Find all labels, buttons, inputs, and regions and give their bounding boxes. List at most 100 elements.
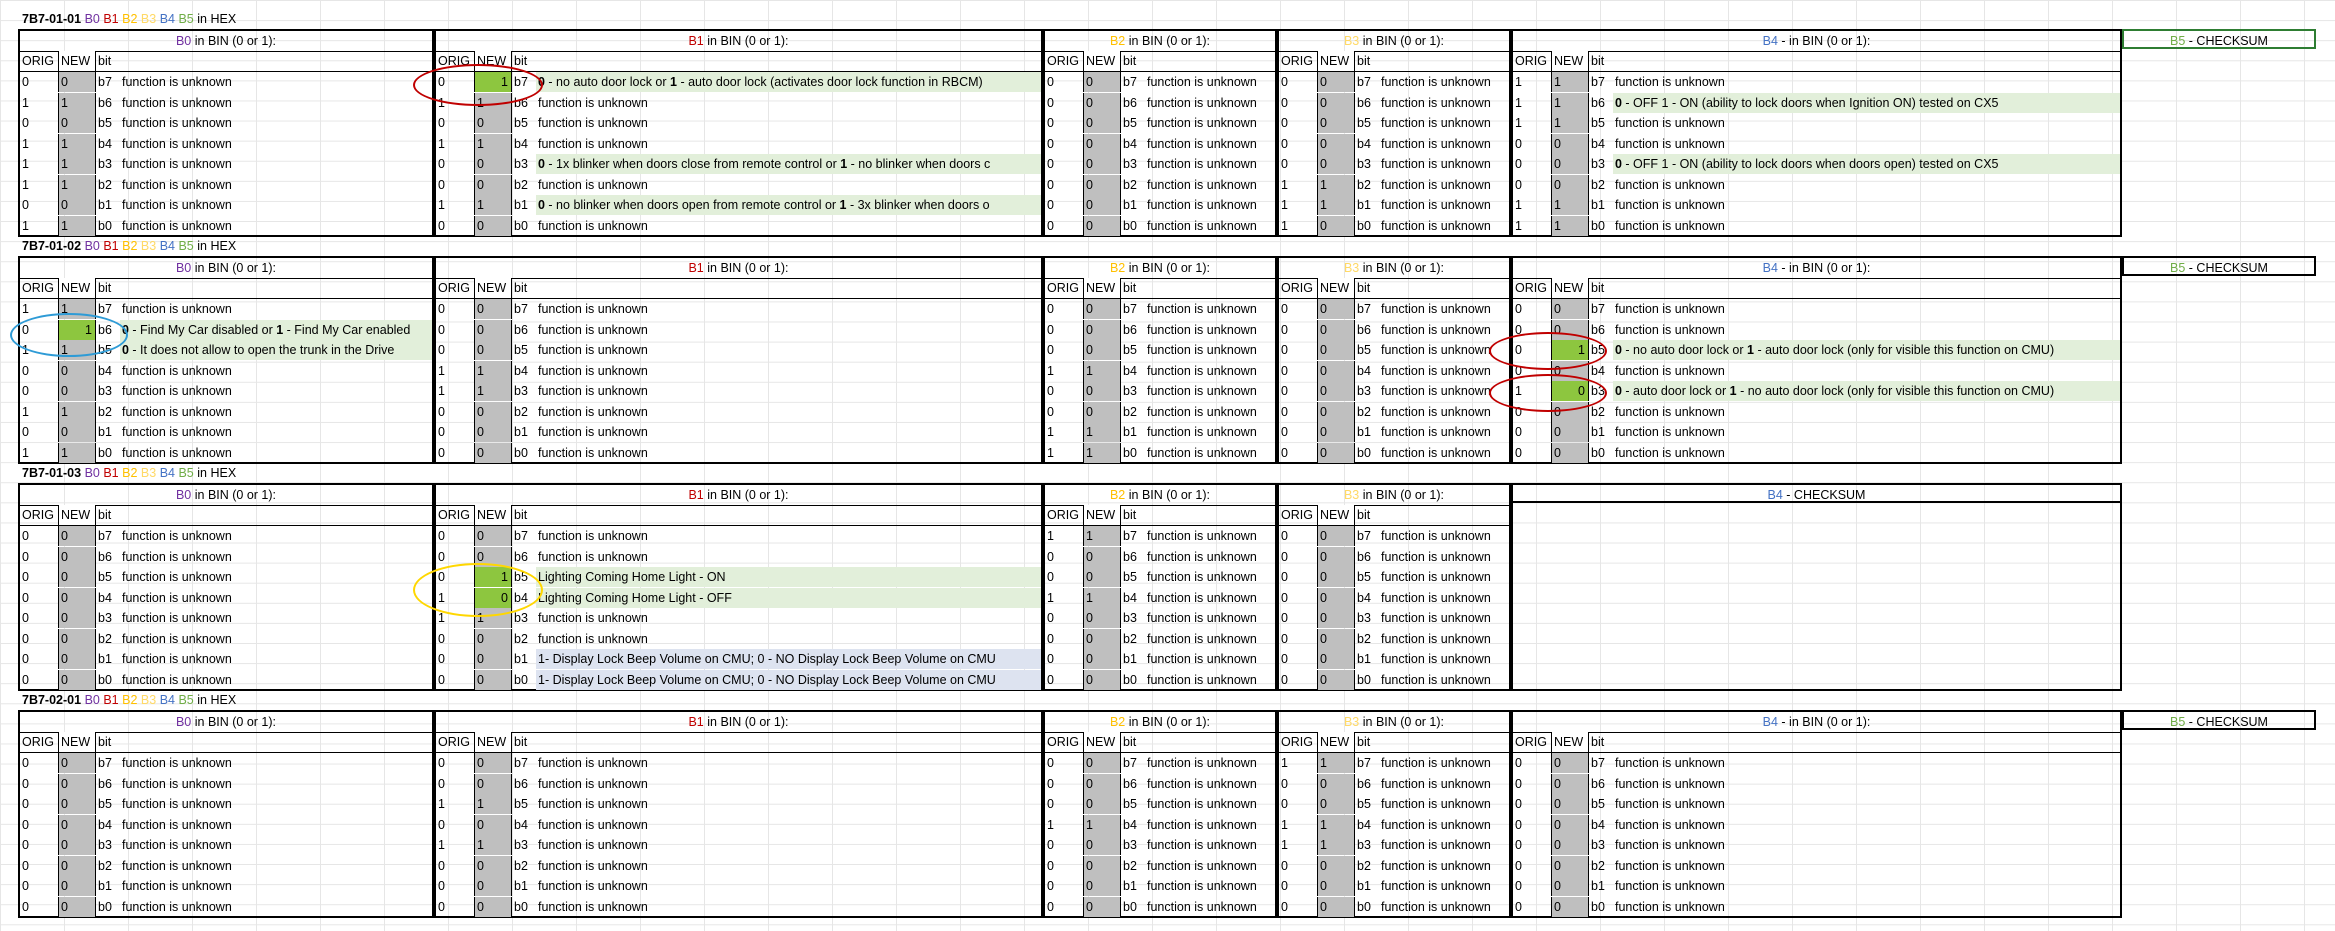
new-value[interactable]: 0 — [1317, 608, 1355, 628]
new-value[interactable]: 1 — [58, 92, 96, 113]
new-value[interactable]: 0 — [58, 814, 96, 835]
new-value[interactable]: 0 — [58, 72, 96, 92]
new-value[interactable]: 1 — [1551, 72, 1589, 92]
new-value[interactable]: 0 — [474, 876, 512, 896]
new-value[interactable]: 1 — [1317, 174, 1355, 195]
new-value[interactable]: 0 — [1317, 896, 1355, 917]
new-value[interactable]: 0 — [1317, 669, 1355, 690]
new-value[interactable]: 0 — [58, 546, 96, 567]
new-value[interactable]: 0 — [1083, 855, 1121, 876]
new-value[interactable]: 0 — [1317, 133, 1355, 154]
new-value[interactable]: 1 — [1317, 835, 1355, 855]
new-value[interactable]: 0 — [1551, 381, 1589, 401]
new-value[interactable]: 0 — [1551, 154, 1589, 174]
new-value[interactable]: 0 — [58, 649, 96, 669]
new-value[interactable]: 0 — [1083, 896, 1121, 917]
new-value[interactable]: 0 — [1551, 422, 1589, 442]
new-value[interactable]: 1 — [474, 195, 512, 215]
new-value[interactable]: 0 — [58, 876, 96, 896]
new-value[interactable]: 0 — [1317, 855, 1355, 876]
new-value[interactable]: 0 — [1083, 876, 1121, 896]
new-value[interactable]: 0 — [1083, 92, 1121, 113]
new-value[interactable]: 0 — [58, 113, 96, 133]
new-value[interactable]: 0 — [58, 195, 96, 215]
new-value[interactable]: 0 — [1317, 794, 1355, 814]
new-value[interactable]: 1 — [1551, 215, 1589, 236]
new-value[interactable]: 1 — [58, 442, 96, 463]
new-value[interactable]: 1 — [1083, 587, 1121, 608]
new-value[interactable]: 0 — [58, 526, 96, 546]
new-value[interactable]: 1 — [1551, 113, 1589, 133]
new-value[interactable]: 0 — [474, 814, 512, 835]
new-value[interactable]: 0 — [1551, 794, 1589, 814]
new-value[interactable]: 0 — [1551, 360, 1589, 381]
new-value[interactable]: 1 — [1551, 340, 1589, 360]
new-value[interactable]: 0 — [1317, 876, 1355, 896]
new-value[interactable]: 0 — [474, 422, 512, 442]
new-value[interactable]: 1 — [474, 567, 512, 587]
new-value[interactable]: 0 — [474, 442, 512, 463]
new-value[interactable]: 1 — [58, 133, 96, 154]
new-value[interactable]: 0 — [58, 381, 96, 401]
new-value[interactable]: 0 — [474, 113, 512, 133]
new-value[interactable]: 1 — [1083, 422, 1121, 442]
new-value[interactable]: 0 — [1551, 299, 1589, 319]
new-value[interactable]: 0 — [1083, 567, 1121, 587]
new-value[interactable]: 0 — [1317, 154, 1355, 174]
new-value[interactable]: 0 — [1317, 113, 1355, 133]
new-value[interactable]: 1 — [474, 133, 512, 154]
new-value[interactable]: 0 — [1317, 773, 1355, 794]
new-value[interactable]: 0 — [474, 546, 512, 567]
new-value[interactable]: 1 — [58, 401, 96, 422]
new-value[interactable]: 1 — [474, 72, 512, 92]
new-value[interactable]: 0 — [474, 154, 512, 174]
new-value[interactable]: 0 — [1083, 669, 1121, 690]
new-value[interactable]: 1 — [1083, 442, 1121, 463]
new-value[interactable]: 1 — [1083, 360, 1121, 381]
new-value[interactable]: 0 — [1317, 422, 1355, 442]
new-value[interactable]: 0 — [1083, 628, 1121, 649]
new-value[interactable]: 0 — [474, 174, 512, 195]
new-value[interactable]: 0 — [1083, 649, 1121, 669]
new-value[interactable]: 0 — [474, 753, 512, 773]
new-value[interactable]: 1 — [474, 794, 512, 814]
new-value[interactable]: 0 — [1083, 546, 1121, 567]
new-value[interactable]: 0 — [58, 896, 96, 917]
new-value[interactable]: 0 — [58, 794, 96, 814]
new-value[interactable]: 0 — [1317, 546, 1355, 567]
new-value[interactable]: 0 — [1083, 72, 1121, 92]
new-value[interactable]: 1 — [58, 340, 96, 360]
new-value[interactable]: 1 — [1551, 92, 1589, 113]
new-value[interactable]: 0 — [1083, 215, 1121, 236]
new-value[interactable]: 0 — [1317, 92, 1355, 113]
new-value[interactable]: 0 — [1551, 442, 1589, 463]
new-value[interactable]: 0 — [1083, 133, 1121, 154]
new-value[interactable]: 0 — [1083, 381, 1121, 401]
new-value[interactable]: 0 — [1551, 133, 1589, 154]
new-value[interactable]: 0 — [474, 319, 512, 340]
new-value[interactable]: 0 — [474, 340, 512, 360]
new-value[interactable]: 0 — [1083, 340, 1121, 360]
new-value[interactable]: 1 — [474, 835, 512, 855]
new-value[interactable]: 0 — [58, 628, 96, 649]
new-value[interactable]: 0 — [58, 360, 96, 381]
new-value[interactable]: 0 — [1083, 835, 1121, 855]
new-value[interactable]: 0 — [1083, 794, 1121, 814]
new-value[interactable]: 0 — [1317, 340, 1355, 360]
new-value[interactable]: 0 — [1083, 195, 1121, 215]
new-value[interactable]: 0 — [1551, 319, 1589, 340]
new-value[interactable]: 1 — [58, 154, 96, 174]
new-value[interactable]: 0 — [1083, 113, 1121, 133]
new-value[interactable]: 0 — [1083, 174, 1121, 195]
new-value[interactable]: 0 — [1083, 608, 1121, 628]
new-value[interactable]: 1 — [1317, 814, 1355, 835]
new-value[interactable]: 0 — [1317, 567, 1355, 587]
new-value[interactable]: 0 — [58, 669, 96, 690]
new-value[interactable]: 0 — [474, 896, 512, 917]
new-value[interactable]: 0 — [1551, 401, 1589, 422]
new-value[interactable]: 0 — [1317, 72, 1355, 92]
new-value[interactable]: 0 — [474, 649, 512, 669]
new-value[interactable]: 0 — [1317, 526, 1355, 546]
new-value[interactable]: 1 — [474, 381, 512, 401]
new-value[interactable]: 0 — [1317, 360, 1355, 381]
